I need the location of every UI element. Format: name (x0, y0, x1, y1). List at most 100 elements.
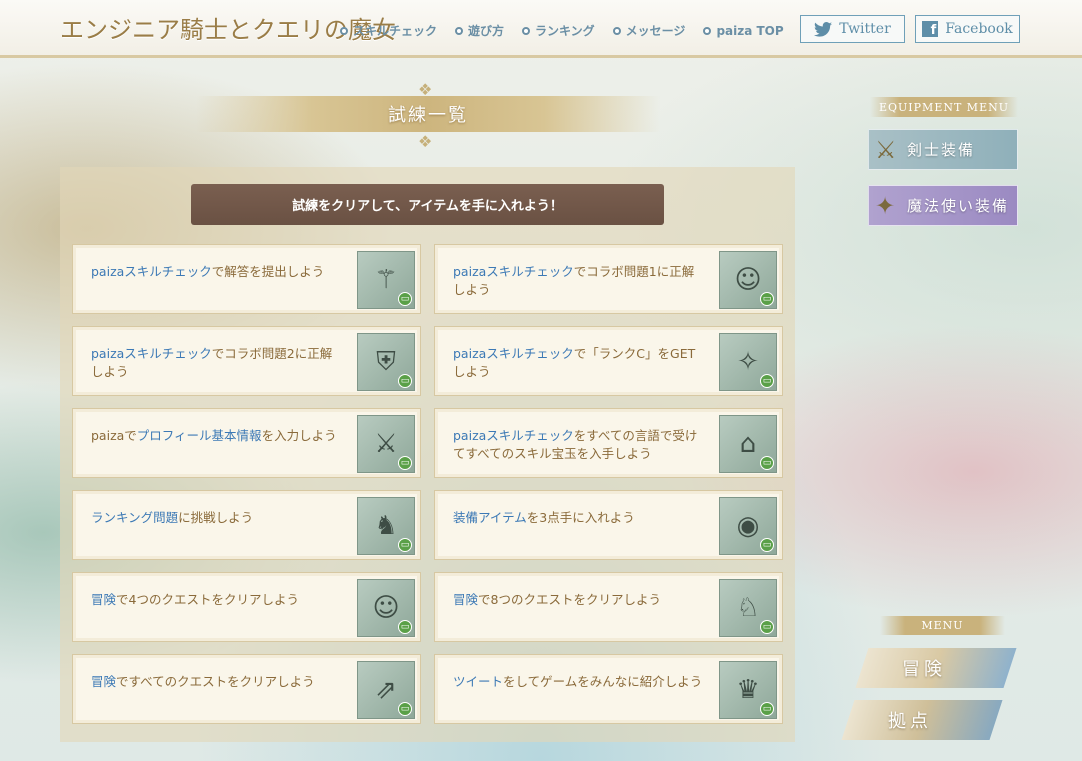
trial-keyword: paizaスキルチェック (453, 346, 574, 361)
trial-card[interactable]: 装備アイテムを3点手に入れよう ◉ ▭ (434, 490, 783, 560)
trial-card[interactable]: paizaスキルチェックでコラボ問題2に正解しよう ⛨ ▭ (72, 326, 421, 396)
item-thumbnail: ⚔ ▭ (357, 415, 415, 473)
trial-text: paizaスキルチェックでコラボ問題2に正解しよう (91, 345, 343, 381)
trial-text-rest: に挑戦しよう (178, 510, 254, 525)
item-thumbnail: ⇗ ▭ (357, 661, 415, 719)
item-badge-icon: ▭ (760, 538, 774, 552)
trial-card[interactable]: ツイートをしてゲームをみんなに紹介しよう ♛ ▭ (434, 654, 783, 724)
item-badge-icon: ▭ (760, 702, 774, 716)
item-badge-icon: ▭ (398, 538, 412, 552)
trial-text: paizaスキルチェックでコラボ問題1に正解しよう (453, 263, 705, 299)
trial-text: 冒険ですべてのクエストをクリアしよう (91, 673, 343, 691)
trial-text-rest: で8つのクエストをクリアしよう (478, 592, 661, 607)
trial-card[interactable]: 冒険で4つのクエストをクリアしよう ☺ ▭ (72, 572, 421, 642)
item-thumbnail: ⚚ ▭ (357, 251, 415, 309)
knight-icon: ♘ (736, 593, 760, 623)
facebook-button[interactable]: f Facebook (915, 15, 1020, 43)
trial-text: paizaスキルチェックで「ランクC」をGETしよう (453, 345, 705, 381)
trial-text: ランキング問題に挑戦しよう (91, 509, 343, 527)
trial-keyword: プロフィール基本情報 (136, 428, 262, 443)
trial-card[interactable]: paizaスキルチェックで「ランクC」をGETしよう ✧ ▭ (434, 326, 783, 396)
trial-keyword: 冒険 (91, 592, 117, 607)
hat-icon: ⌂ (739, 429, 757, 459)
sword-icon: ⚔ (875, 136, 899, 164)
broom-icon: ⚚ (374, 265, 398, 295)
item-badge-icon: ▭ (760, 292, 774, 306)
item-thumbnail: ♞ ▭ (357, 497, 415, 555)
nav-ranking[interactable]: ランキング (522, 22, 595, 39)
shield-icon: ⛨ (376, 346, 396, 377)
trial-text-rest: で4つのクエストをクリアしよう (116, 592, 299, 607)
trial-keyword: ツイート (453, 674, 504, 689)
trial-keyword: paizaスキルチェック (453, 264, 574, 279)
bullet-icon (455, 26, 464, 35)
base-button[interactable]: 拠点 (841, 700, 1003, 740)
trial-keyword: paizaスキルチェック (453, 428, 574, 443)
bullet-icon (612, 26, 621, 35)
trial-text: paizaスキルチェックで解答を提出しよう (91, 263, 343, 281)
trial-text-rest: をしてゲームをみんなに紹介しよう (503, 674, 703, 689)
bullet-icon (522, 26, 531, 35)
equipment-menu-label: EQUIPMENT MENU (870, 97, 1018, 117)
trial-text-prefix: paizaで (91, 428, 137, 443)
trial-text: paizaスキルチェックをすべての言語で受けてすべてのスキル宝玉を入手しよう (453, 427, 705, 463)
subtitle-banner: 試練をクリアして、アイテムを手に入れよう！ (191, 184, 664, 225)
trial-text: 装備アイテムを3点手に入れよう (453, 509, 705, 527)
nav-skillcheck[interactable]: スキルチェック (340, 22, 437, 39)
trial-text-rest: ですべてのクエストをクリアしよう (116, 674, 315, 689)
trial-text-rest: を入力しよう (261, 428, 337, 443)
trial-card[interactable]: 冒険ですべてのクエストをクリアしよう ⇗ ▭ (72, 654, 421, 724)
menu-label: MENU (880, 616, 1005, 635)
trial-card[interactable]: ランキング問題に挑戦しよう ♞ ▭ (72, 490, 421, 560)
nav-message[interactable]: メッセージ (612, 22, 685, 39)
swordsman-equipment-button[interactable]: ⚔ 剣士装備 (868, 129, 1018, 170)
ornament-icon: ❖ (418, 132, 433, 151)
trial-card[interactable]: paizaスキルチェックでコラボ問題1に正解しよう ☺ ▭ (434, 244, 783, 314)
item-badge-icon: ▭ (760, 620, 774, 634)
item-badge-icon: ▭ (398, 702, 412, 716)
item-thumbnail: ♛ ▭ (719, 661, 777, 719)
trial-text: ツイートをしてゲームをみんなに紹介しよう (453, 673, 705, 691)
trial-keyword: paizaスキルチェック (91, 264, 212, 279)
adventure-button[interactable]: 冒険 (855, 648, 1017, 688)
trial-keyword: ランキング問題 (91, 510, 179, 525)
item-badge-icon: ▭ (398, 292, 412, 306)
staff-icon: ✧ (737, 347, 759, 377)
trial-card[interactable]: paizaスキルチェックで解答を提出しよう ⚚ ▭ (72, 244, 421, 314)
trial-card[interactable]: paizaスキルチェックをすべての言語で受けてすべてのスキル宝玉を入手しよう ⌂ ▭ (434, 408, 783, 478)
trial-text-rest: を3点手に入れよう (526, 510, 635, 525)
spear-icon: ⇗ (375, 675, 397, 705)
trial-keyword: 装備アイテム (453, 510, 527, 525)
item-badge-icon: ▭ (760, 374, 774, 388)
title-banner: 試練一覧 (196, 96, 660, 132)
bullet-icon (703, 26, 712, 35)
trial-keyword: 冒険 (453, 592, 479, 607)
trial-text-rest: で解答を提出しよう (211, 264, 325, 279)
twitter-icon (814, 21, 833, 37)
mage-equipment-button[interactable]: ✦ 魔法使い装備 (868, 185, 1018, 226)
item-badge-icon: ▭ (398, 456, 412, 470)
trial-card[interactable]: 冒険で8つのクエストをクリアしよう ♘ ▭ (434, 572, 783, 642)
nav-paiza-top[interactable]: paiza TOP (703, 22, 784, 39)
trial-text: 冒険で8つのクエストをクリアしよう (453, 591, 705, 609)
wand-icon: ✦ (875, 192, 898, 220)
item-thumbnail: ⛨ ▭ (357, 333, 415, 391)
trial-keyword: 冒険 (91, 674, 117, 689)
item-badge-icon: ▭ (760, 456, 774, 470)
trial-card[interactable]: paizaでプロフィール基本情報を入力しよう ⚔ ▭ (72, 408, 421, 478)
top-nav: スキルチェック 遊び方 ランキング メッセージ paiza TOP (340, 22, 784, 39)
trial-text: paizaでプロフィール基本情報を入力しよう (91, 427, 343, 445)
trial-keyword: paizaスキルチェック (91, 346, 212, 361)
hair-icon: ☺ (372, 593, 400, 623)
item-thumbnail: ✧ ▭ (719, 333, 777, 391)
bullet-icon (340, 26, 348, 35)
nav-howto[interactable]: 遊び方 (455, 22, 504, 39)
item-badge-icon: ▭ (398, 374, 412, 388)
trial-text: 冒険で4つのクエストをクリアしよう (91, 591, 343, 609)
item-thumbnail: ☺ ▭ (719, 251, 777, 309)
sword-icon: ⚔ (374, 429, 398, 459)
page-title: 試練一覧 (388, 105, 468, 126)
twitter-button[interactable]: Twitter (800, 15, 905, 43)
facebook-icon: f (922, 21, 939, 37)
item-thumbnail: ◉ ▭ (719, 497, 777, 555)
